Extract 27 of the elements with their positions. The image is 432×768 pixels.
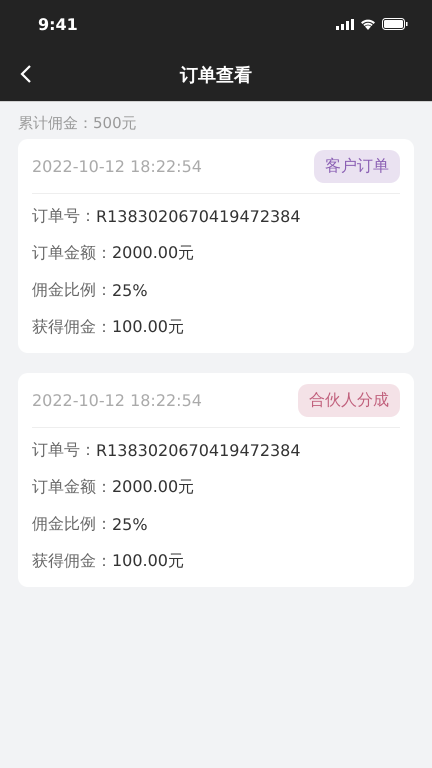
field-value: 2000.00元 [112, 476, 194, 498]
field-value: 100.00元 [112, 550, 184, 572]
field-value: R1383020670419472384 [96, 206, 301, 226]
field-value: 25% [112, 280, 148, 300]
field-label: 佣金比例： [32, 280, 112, 300]
wifi-icon [360, 18, 376, 30]
field-value: 25% [112, 514, 148, 534]
signal-icon [336, 18, 354, 30]
order-type-tag: 合伙人分成 [298, 384, 400, 416]
field-label: 订单号： [32, 440, 96, 460]
field-label: 订单金额： [32, 476, 112, 498]
order-time: 2022-10-12 18:22:54 [32, 390, 202, 410]
order-time: 2022-10-12 18:22:54 [32, 156, 202, 176]
field-value: R1383020670419472384 [96, 440, 301, 460]
field-label: 佣金比例： [32, 514, 112, 534]
field-value: 100.00元 [112, 316, 184, 338]
page-title: 订单查看 [180, 64, 252, 86]
back-icon[interactable] [20, 64, 32, 84]
field-value: 2000.00元 [112, 242, 194, 264]
field-label: 获得佣金： [32, 316, 112, 338]
field-label: 获得佣金： [32, 550, 112, 572]
field-label: 订单金额： [32, 242, 112, 264]
field-label: 订单号： [32, 206, 96, 226]
battery-icon [382, 18, 408, 30]
order-type-tag: 客户订单 [314, 150, 400, 182]
status-time: 9:41 [38, 14, 78, 34]
total-commission: 累计佣金：500元 [17, 113, 138, 134]
